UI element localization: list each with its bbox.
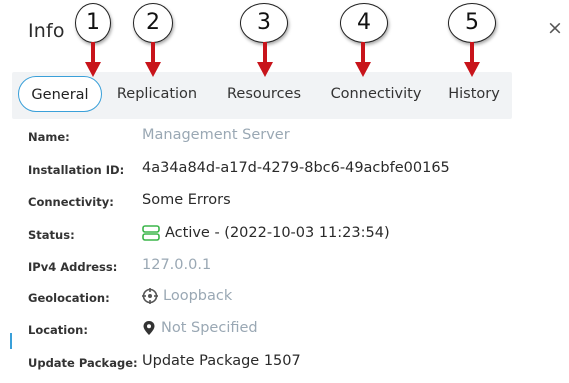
field-status-value-wrap: Active - (2022-10-03 11:23:54) <box>142 225 390 241</box>
tab-resources[interactable]: Resources <box>217 76 311 112</box>
field-ipv4-address-value: 127.0.0.1 <box>142 257 212 273</box>
callout-1: 1 <box>75 3 111 43</box>
arrow-4-icon <box>355 42 371 77</box>
crosshair-icon <box>142 288 158 304</box>
field-geolocation-label: Geolocation: <box>28 291 110 305</box>
field-connectivity-value: Some Errors <box>142 192 231 208</box>
field-ipv4-address-label: IPv4 Address: <box>28 260 118 274</box>
field-status-label: Status: <box>28 228 75 242</box>
tab-general[interactable]: General <box>18 76 102 112</box>
field-update-package-value: Update Package 1507 <box>142 353 301 369</box>
map-pin-icon <box>143 321 155 335</box>
field-location-value: Not Specified <box>161 320 258 336</box>
arrow-2-icon <box>145 42 161 77</box>
field-name-label: Name: <box>28 130 70 144</box>
callout-5: 5 <box>448 3 496 43</box>
callout-3: 3 <box>240 3 288 43</box>
arrow-3-icon <box>257 42 273 77</box>
field-update-package-label: Update Package: <box>28 356 138 370</box>
field-connectivity-label: Connectivity: <box>28 195 114 209</box>
field-installation-id-label: Installation ID: <box>28 163 125 177</box>
server-status-icon <box>142 225 160 241</box>
scroll-indicator <box>10 333 12 349</box>
tab-connectivity[interactable]: Connectivity <box>323 76 429 112</box>
field-geolocation-value-wrap[interactable]: Loopback <box>142 288 232 304</box>
close-icon[interactable]: × <box>547 18 563 38</box>
dialog-title: Info <box>28 20 65 42</box>
field-installation-id-value: 4a34a84d-a17d-4279-8bc6-49acbfe00165 <box>142 160 450 176</box>
arrow-5-icon <box>464 42 480 77</box>
arrow-1-icon <box>85 42 101 77</box>
tab-history[interactable]: History <box>439 76 509 112</box>
field-location-value-wrap[interactable]: Not Specified <box>142 320 258 336</box>
callout-4: 4 <box>340 3 388 43</box>
field-status-value: Active - (2022-10-03 11:23:54) <box>165 225 390 241</box>
tab-replication[interactable]: Replication <box>110 76 204 112</box>
field-geolocation-value: Loopback <box>163 288 233 304</box>
field-location-label: Location: <box>28 323 88 337</box>
field-name-value: Management Server <box>142 127 290 143</box>
callout-2: 2 <box>133 3 173 43</box>
